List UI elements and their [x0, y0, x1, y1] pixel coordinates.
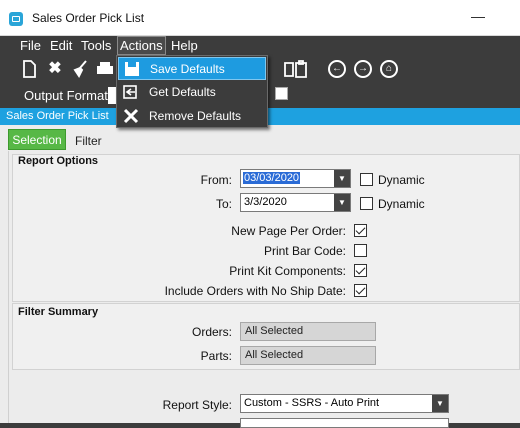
orders-label: Orders: [191, 325, 232, 339]
clear-icon[interactable] [72, 60, 90, 78]
menu-edit[interactable]: Edit [50, 38, 72, 53]
to-date-field[interactable]: 3/3/2020 ▼ [240, 193, 351, 212]
dropdown-arrow-icon[interactable]: ▼ [432, 395, 448, 412]
menu-item-save-defaults[interactable]: Save Defaults [118, 57, 266, 80]
output-checkbox[interactable] [275, 87, 288, 100]
get-defaults-icon [123, 85, 137, 99]
menu-item-label: Get Defaults [149, 85, 216, 99]
include-orders-checkbox[interactable] [354, 284, 367, 297]
print-bar-code-label: Print Bar Code: [263, 244, 346, 258]
print-kit-checkbox[interactable] [354, 264, 367, 277]
menu-actions[interactable]: Actions [117, 36, 166, 55]
title-bar: Sales Order Pick List — [0, 0, 520, 36]
home-icon[interactable]: ⌂ [380, 60, 398, 78]
new-icon[interactable] [20, 60, 38, 78]
from-date-value: 03/03/2020 [243, 172, 301, 184]
new-page-label: New Page Per Order: [231, 224, 346, 238]
include-orders-label: Include Orders with No Ship Date: [164, 284, 346, 298]
back-icon[interactable]: ← [328, 60, 346, 78]
window-title: Sales Order Pick List [32, 11, 145, 25]
menu-item-get-defaults[interactable]: Get Defaults [118, 81, 266, 104]
paste-icon[interactable] [292, 60, 310, 78]
remove-icon [123, 108, 139, 124]
output-format-label: Output Format: [24, 88, 112, 103]
to-date-value: 3/3/2020 [244, 196, 287, 208]
delete-icon[interactable]: ✖ [46, 60, 64, 78]
report-style-select[interactable]: Custom - SSRS - Auto Print ▼ [240, 394, 449, 413]
from-label: From: [200, 173, 232, 187]
content-left-border [8, 151, 9, 423]
actions-dropdown-menu: Save Defaults Get Defaults Remove Defaul… [116, 55, 268, 128]
tab-filter[interactable]: Filter [75, 134, 102, 148]
menu-item-remove-defaults[interactable]: Remove Defaults [118, 105, 266, 128]
report-style-value: Custom - SSRS - Auto Print [244, 397, 380, 409]
print-icon[interactable] [96, 60, 114, 78]
dropdown-arrow-icon[interactable]: ▼ [334, 194, 350, 211]
orders-field: All Selected [240, 322, 376, 341]
new-page-checkbox[interactable] [354, 224, 367, 237]
menu-tools[interactable]: Tools [81, 38, 111, 53]
to-label: To: [215, 197, 232, 211]
parts-field: All Selected [240, 346, 376, 365]
tab-selection[interactable]: Selection [8, 129, 66, 150]
from-date-field[interactable]: 03/03/2020 ▼ [240, 169, 351, 188]
save-icon [125, 62, 139, 76]
from-dynamic-checkbox[interactable] [360, 173, 373, 186]
menu-bar: File Edit Tools Actions Help [0, 36, 520, 56]
menu-help[interactable]: Help [171, 38, 198, 53]
report-header-label: Sales Order Pick List [6, 110, 109, 122]
menu-item-label: Remove Defaults [149, 109, 242, 123]
print-bar-code-checkbox[interactable] [354, 244, 367, 257]
tab-row: Selection Filter [0, 125, 520, 151]
menu-item-label: Save Defaults [150, 62, 225, 76]
minimize-icon[interactable]: — [471, 8, 485, 24]
filter-summary-title: Filter Summary [18, 306, 99, 318]
report-options-title: Report Options [18, 155, 99, 167]
forward-icon[interactable]: → [354, 60, 372, 78]
from-dynamic-label: Dynamic [378, 173, 425, 187]
secondary-field[interactable] [240, 418, 449, 428]
menu-file[interactable]: File [20, 38, 41, 53]
dropdown-arrow-icon[interactable]: ▼ [334, 170, 350, 187]
to-dynamic-label: Dynamic [378, 197, 425, 211]
to-dynamic-checkbox[interactable] [360, 197, 373, 210]
print-kit-label: Print Kit Components: [229, 264, 346, 278]
parts-label: Parts: [200, 349, 232, 363]
app-icon [9, 12, 23, 26]
report-style-label: Report Style: [162, 398, 232, 412]
